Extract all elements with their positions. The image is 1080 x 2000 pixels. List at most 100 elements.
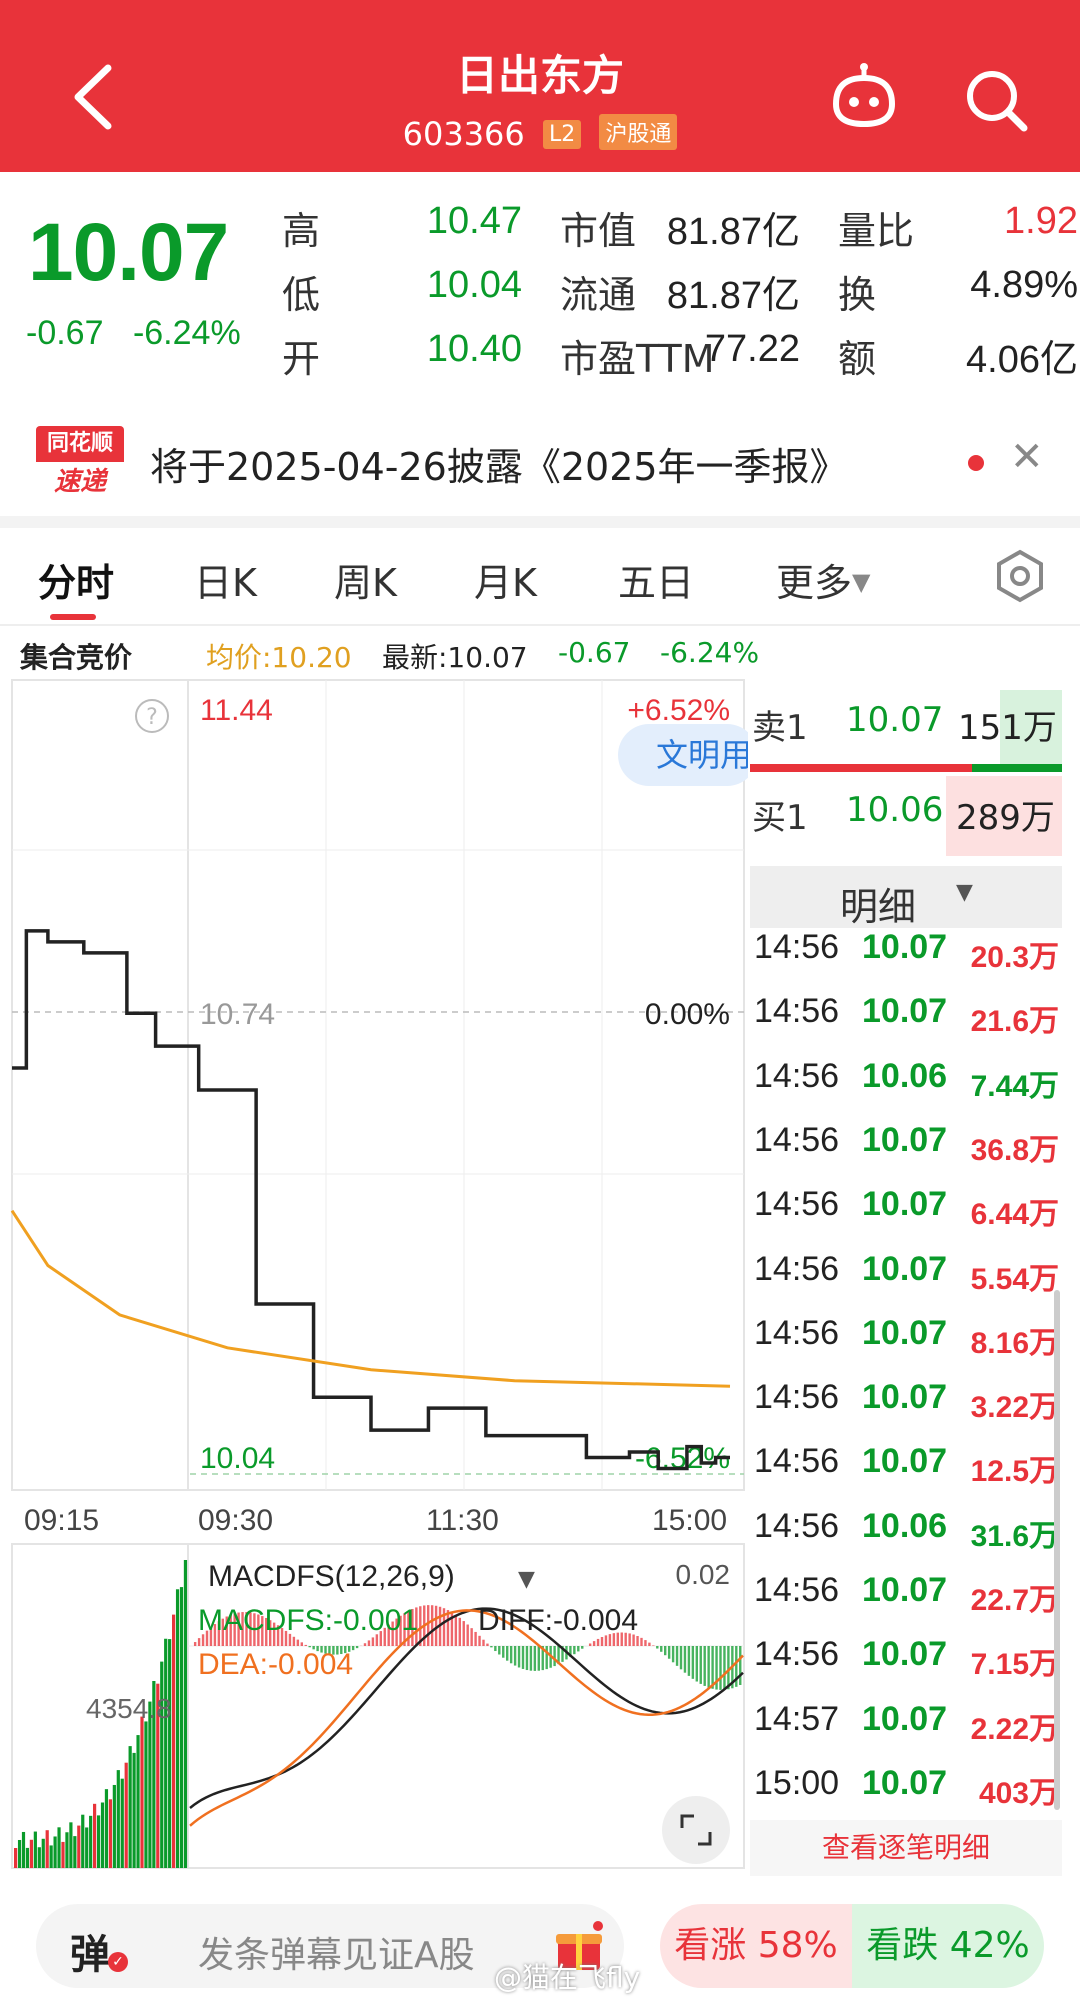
macd-bar: [660, 1646, 663, 1652]
macd-bar: [648, 1642, 651, 1646]
auction-volume-bar: [120, 1778, 124, 1868]
time-tick-1130: 11:30: [426, 1504, 499, 1537]
trade-row: 14:56 10.07 21.6万: [754, 992, 1064, 1056]
trade-row: 14:56 10.07 3.22万: [754, 1378, 1064, 1442]
macd-bar: [502, 1646, 505, 1658]
sell1-label: 卖1: [752, 708, 808, 748]
macd-bar: [691, 1646, 695, 1679]
tab-more-label: 更多: [776, 561, 853, 605]
macd-bar: [478, 1635, 481, 1646]
auction-volume-bar: [108, 1799, 112, 1868]
macd-bar: [687, 1646, 691, 1676]
auction-volume-bar: [148, 1701, 152, 1868]
civilization-notice-pill[interactable]: 文明用: [618, 724, 748, 786]
macd-bar: [588, 1643, 592, 1646]
logo-top-text: 同花顺: [36, 426, 124, 462]
trade-row: 14:56 10.07 8.16万: [754, 1314, 1064, 1378]
unread-dot: [968, 455, 984, 471]
sell-pressure-bar: [972, 764, 1062, 772]
help-icon[interactable]: ?: [135, 699, 169, 733]
macd-bar: [533, 1646, 537, 1671]
macd-bar: [695, 1646, 698, 1682]
l2-badge[interactable]: L2: [542, 120, 582, 149]
open-value: 10.40: [426, 328, 522, 370]
macd-title[interactable]: MACDFS(12,26,9): [208, 1560, 455, 1593]
time-tick-1500: 15:00: [652, 1504, 727, 1537]
auction-volume-bar: [168, 1639, 172, 1868]
svg-text:?: ?: [146, 705, 158, 730]
stock-code-line: 603366 L2 沪股通: [0, 114, 1080, 153]
auction-label[interactable]: 集合竞价: [20, 636, 132, 676]
tab-intraday[interactable]: 分时: [38, 552, 114, 607]
detail-scrollbar[interactable]: [1054, 1290, 1060, 1810]
tab-more[interactable]: 更多▼: [776, 552, 870, 607]
tonghuashun-express-logo: 同花顺 速递: [36, 426, 124, 502]
trade-volume: 12.5万: [970, 1455, 1059, 1489]
intraday-chart[interactable]: ? 11.44 10.74 10.04 +6.52% 0.00% -6.52% …: [0, 678, 748, 1878]
macd-bar: [355, 1646, 359, 1649]
dea-value: DEA:-0.004: [198, 1648, 353, 1681]
latest-price: 最新:10.07: [382, 641, 528, 674]
macd-bar: [723, 1646, 726, 1690]
macd-bar: [300, 1642, 303, 1646]
tab-daily-k[interactable]: 日K: [194, 552, 257, 607]
logo-bottom-text: 速递: [53, 467, 106, 497]
macd-bar: [427, 1605, 430, 1646]
intraday-info-bar: 集合竞价 均价:10.20 最新:10.07 -0.67 -6.24%: [0, 636, 1080, 676]
trade-volume: 3.22万: [970, 1391, 1059, 1425]
search-icon[interactable]: [956, 60, 1036, 140]
trade-row: 14:56 10.07 5.54万: [754, 1250, 1064, 1314]
auction-volume-bar: [132, 1752, 136, 1868]
settings-hexagon-icon[interactable]: [992, 548, 1048, 604]
volratio-label: 量比: [838, 209, 915, 253]
sell1-vol: 151万: [958, 708, 1057, 748]
macd-dropdown-icon[interactable]: ▼: [518, 1567, 535, 1592]
amount-label: 额: [838, 337, 877, 381]
trade-row: 14:56 10.06 7.44万: [754, 1057, 1064, 1121]
auction-volume-bar: [89, 1815, 93, 1868]
tab-weekly-k[interactable]: 周K: [334, 552, 397, 607]
trade-row: 14:56 10.07 20.3万: [754, 928, 1064, 992]
notice-banner[interactable]: 同花顺 速递 将于2025-04-26披露《2025年一季报》 ✕: [0, 410, 1080, 516]
auction-volume-bar: [21, 1831, 26, 1868]
macd-bar: [683, 1646, 687, 1673]
time-tick-0915: 09:15: [24, 1504, 99, 1537]
auction-volume-bar: [41, 1838, 45, 1868]
connect-badge[interactable]: 沪股通: [599, 114, 678, 150]
float-label: 流通: [560, 273, 637, 317]
trade-row: 14:56 10.07 22.7万: [754, 1571, 1064, 1635]
watermark: @猫在飞fly: [494, 1961, 641, 1994]
macd-bar: [517, 1646, 521, 1668]
notice-text[interactable]: 将于2025-04-26披露《2025年一季报》: [150, 436, 848, 491]
tab-monthly-k[interactable]: 月K: [474, 552, 537, 607]
macd-bar: [707, 1646, 710, 1688]
bearish-vote-button[interactable]: 看跌 42%: [852, 1904, 1044, 1988]
macd-bar: [490, 1646, 493, 1648]
auction-volume-bar: [93, 1803, 97, 1868]
macd-bar: [470, 1628, 473, 1646]
auction-volume-bar: [49, 1845, 53, 1868]
volratio-value: 1.92: [1004, 200, 1078, 242]
overlay-text: 文明用: [656, 736, 748, 774]
detail-header[interactable]: 明细 ▼: [750, 866, 1062, 929]
fullscreen-button[interactable]: [662, 1796, 730, 1864]
detail-title: 明细: [840, 885, 917, 929]
trade-row: 15:00 10.07 403万: [754, 1764, 1064, 1828]
macd-bar: [296, 1639, 300, 1646]
auction-volume-bar: [140, 1716, 144, 1868]
macd-bar: [671, 1646, 675, 1663]
change-percent: -6.24%: [132, 314, 241, 352]
macd-bar: [292, 1636, 296, 1646]
auction-volume-bar: [73, 1836, 77, 1868]
robot-assistant-icon[interactable]: [824, 60, 904, 140]
tab-five-day[interactable]: 五日: [618, 552, 694, 607]
close-icon[interactable]: ✕: [1010, 434, 1044, 480]
open-label: 开: [282, 337, 321, 381]
danmu-icon: 弹: [70, 1932, 110, 1978]
bullish-vote-button[interactable]: 看涨 58%: [660, 1904, 852, 1988]
active-tab-indicator: [50, 614, 96, 620]
trade-volume: 6.44万: [970, 1198, 1059, 1232]
macd-bar: [506, 1646, 509, 1661]
trade-volume: 8.16万: [970, 1326, 1059, 1360]
view-tick-detail-link[interactable]: 查看逐笔明细: [750, 1820, 1062, 1876]
